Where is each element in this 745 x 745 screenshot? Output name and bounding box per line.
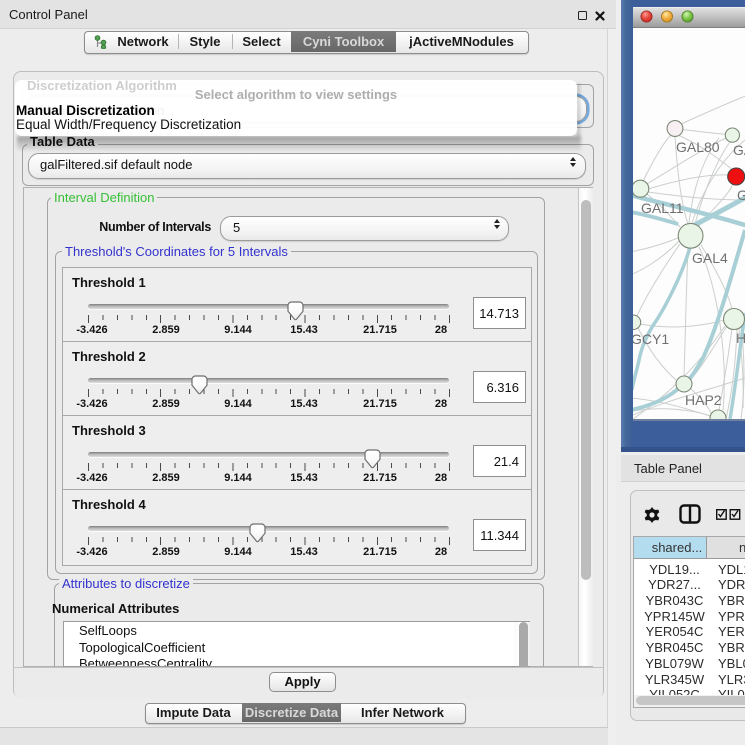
svg-text:GAL80: GAL80	[676, 139, 720, 155]
svg-text:GAL4: GAL4	[692, 250, 728, 266]
svg-text:GCY1: GCY1	[633, 331, 669, 347]
svg-text:HAP2: HAP2	[685, 392, 722, 408]
svg-text:GAL11: GAL11	[641, 200, 684, 216]
svg-text:H: H	[736, 330, 745, 346]
svg-text:G: G	[737, 187, 745, 203]
svg-text:GAL: GAL	[733, 142, 745, 158]
